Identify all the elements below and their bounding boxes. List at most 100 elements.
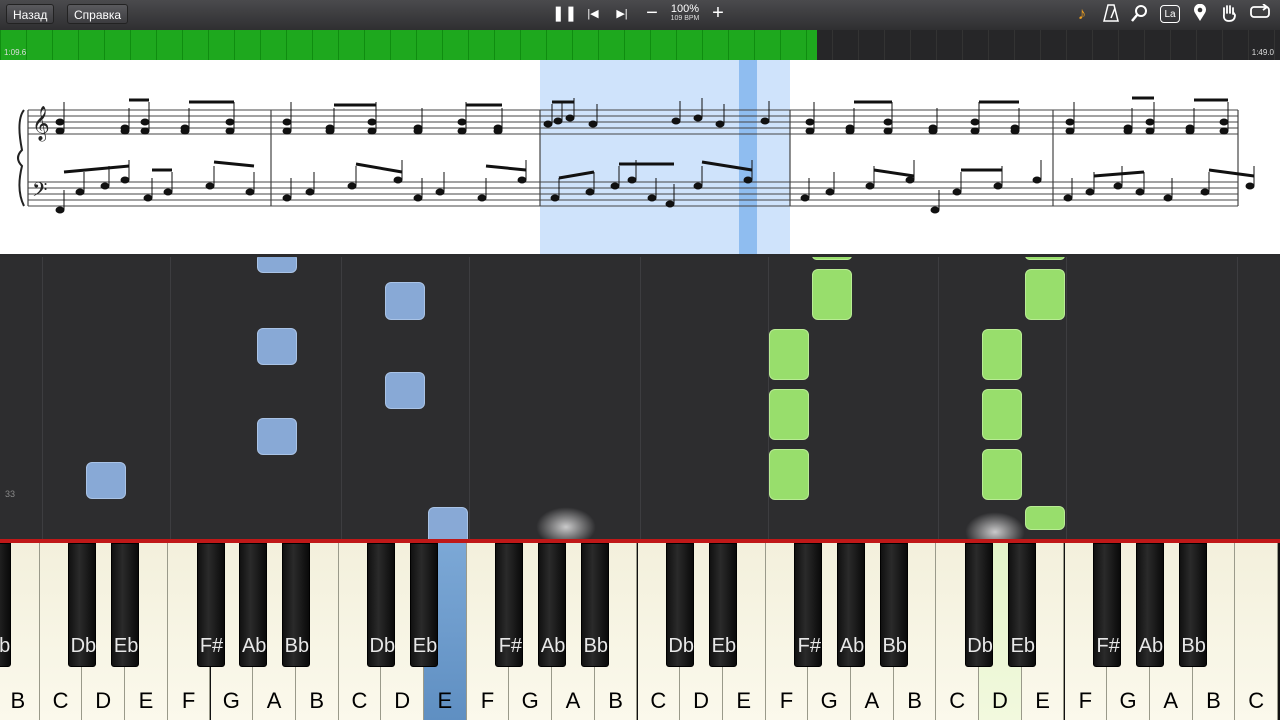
notehead (952, 188, 962, 196)
black-key-bb[interactable]: Bb (1178, 543, 1207, 667)
notehead (805, 118, 815, 126)
octave-line (469, 257, 470, 539)
pause-icon[interactable]: ❚❚ (552, 4, 577, 24)
metronome-icon[interactable] (1101, 4, 1121, 28)
key-label: C (52, 688, 69, 713)
notehead (1010, 127, 1020, 135)
notehead (413, 194, 423, 202)
notehead (163, 188, 173, 196)
key-label: Bb (882, 635, 907, 657)
key-label: F# (498, 635, 523, 657)
black-key-eb[interactable]: Eb (1007, 543, 1036, 667)
notehead (282, 194, 292, 202)
key-label: B (1206, 688, 1221, 713)
key-label: Ab (839, 635, 865, 657)
key-label: B (309, 688, 325, 713)
notehead (883, 127, 893, 135)
key-label: C (650, 688, 667, 713)
white-key-c[interactable]: C (1235, 543, 1278, 720)
black-key-fsharp[interactable]: F# (1093, 543, 1122, 667)
notehead (800, 194, 810, 202)
notehead (55, 127, 65, 135)
key-hit-glow (965, 512, 1025, 539)
notehead (55, 118, 65, 126)
black-key-ab[interactable]: Ab (239, 543, 268, 667)
black-key-bb[interactable]: Bb (580, 543, 609, 667)
notehead (693, 114, 703, 122)
notehead (1085, 188, 1095, 196)
black-key-fsharp[interactable]: F# (495, 543, 524, 667)
magnifier-icon[interactable] (1130, 4, 1150, 28)
octave-line (42, 257, 43, 539)
notehead (413, 127, 423, 135)
progress-bar[interactable]: 1:09.6 1:49.0 (0, 30, 1280, 60)
location-pin-icon[interactable] (1190, 3, 1210, 28)
black-key-ab[interactable]: Ab (837, 543, 865, 667)
falling-note (982, 389, 1022, 440)
key-label: B (10, 688, 26, 713)
notehead (100, 182, 110, 190)
notehead (550, 194, 560, 202)
speed-percent: 100% (670, 3, 700, 15)
skip-back-icon[interactable]: |◀ (583, 4, 603, 24)
notehead (325, 127, 335, 135)
label-la-icon[interactable]: La (1160, 5, 1180, 23)
notehead (457, 127, 467, 135)
key-label: Ab (540, 635, 566, 657)
bass-clef-icon: 𝄢 (32, 178, 47, 206)
key-label: G (222, 688, 240, 713)
black-key-bb[interactable]: Bb (0, 543, 11, 667)
black-key-db[interactable]: Db (666, 543, 695, 667)
notehead (1245, 182, 1255, 190)
tempo-display: 100% 109 BPM (664, 3, 706, 23)
key-label: G (820, 688, 838, 713)
falling-notes-area: 33 (0, 257, 1280, 539)
hand-icon[interactable] (1219, 4, 1239, 28)
notehead (585, 188, 595, 196)
black-key-ab[interactable]: Ab (538, 543, 567, 667)
key-label: B (907, 688, 922, 713)
piano-keyboard[interactable]: BCDEFGABCDEFGABCDEFGABCDEFGABC BbDbEbF#A… (0, 539, 1280, 720)
key-label: C (949, 688, 966, 713)
key-label: F# (199, 635, 224, 657)
black-key-db[interactable]: Db (68, 543, 97, 667)
notehead (671, 117, 681, 125)
skip-forward-icon[interactable]: ▶| (612, 4, 632, 24)
loop-icon[interactable] (1248, 3, 1272, 26)
key-label: D (95, 688, 112, 713)
key-label: Eb (1010, 635, 1036, 657)
black-key-eb[interactable]: Eb (111, 543, 140, 667)
key-label: E (1035, 688, 1050, 713)
black-key-bb[interactable]: Bb (281, 543, 310, 667)
black-key-db[interactable]: Db (965, 543, 994, 667)
black-key-eb[interactable]: Eb (708, 543, 737, 667)
notehead (610, 182, 620, 190)
notehead (282, 127, 292, 135)
key-label: A (266, 688, 282, 713)
black-key-ab[interactable]: Ab (1135, 543, 1164, 667)
black-key-db[interactable]: Db (367, 543, 396, 667)
notehead (665, 200, 675, 208)
black-key-eb[interactable]: Eb (410, 543, 438, 667)
black-key-fsharp[interactable]: F# (196, 543, 225, 667)
help-button[interactable]: Справка (67, 4, 129, 24)
notehead (970, 118, 980, 126)
notehead (1065, 127, 1075, 135)
sheet-music[interactable]: 𝄞 𝄢 (0, 60, 1280, 254)
tempo-minus-button[interactable]: − (642, 3, 662, 23)
falling-note (385, 372, 425, 409)
key-label: Db (967, 635, 993, 657)
falling-note (982, 449, 1022, 500)
black-key-bb[interactable]: Bb (879, 543, 908, 667)
octave-line (938, 257, 939, 539)
notehead (1032, 176, 1042, 184)
black-key-fsharp[interactable]: F# (794, 543, 823, 667)
notehead (543, 120, 553, 128)
back-button[interactable]: Назад (6, 4, 55, 24)
music-note-icon[interactable]: ♪ (1072, 4, 1092, 24)
notehead (225, 118, 235, 126)
notehead (1113, 182, 1123, 190)
key-label: Eb (711, 635, 737, 657)
key-label: D (991, 688, 1008, 713)
tempo-plus-button[interactable]: + (708, 3, 728, 23)
